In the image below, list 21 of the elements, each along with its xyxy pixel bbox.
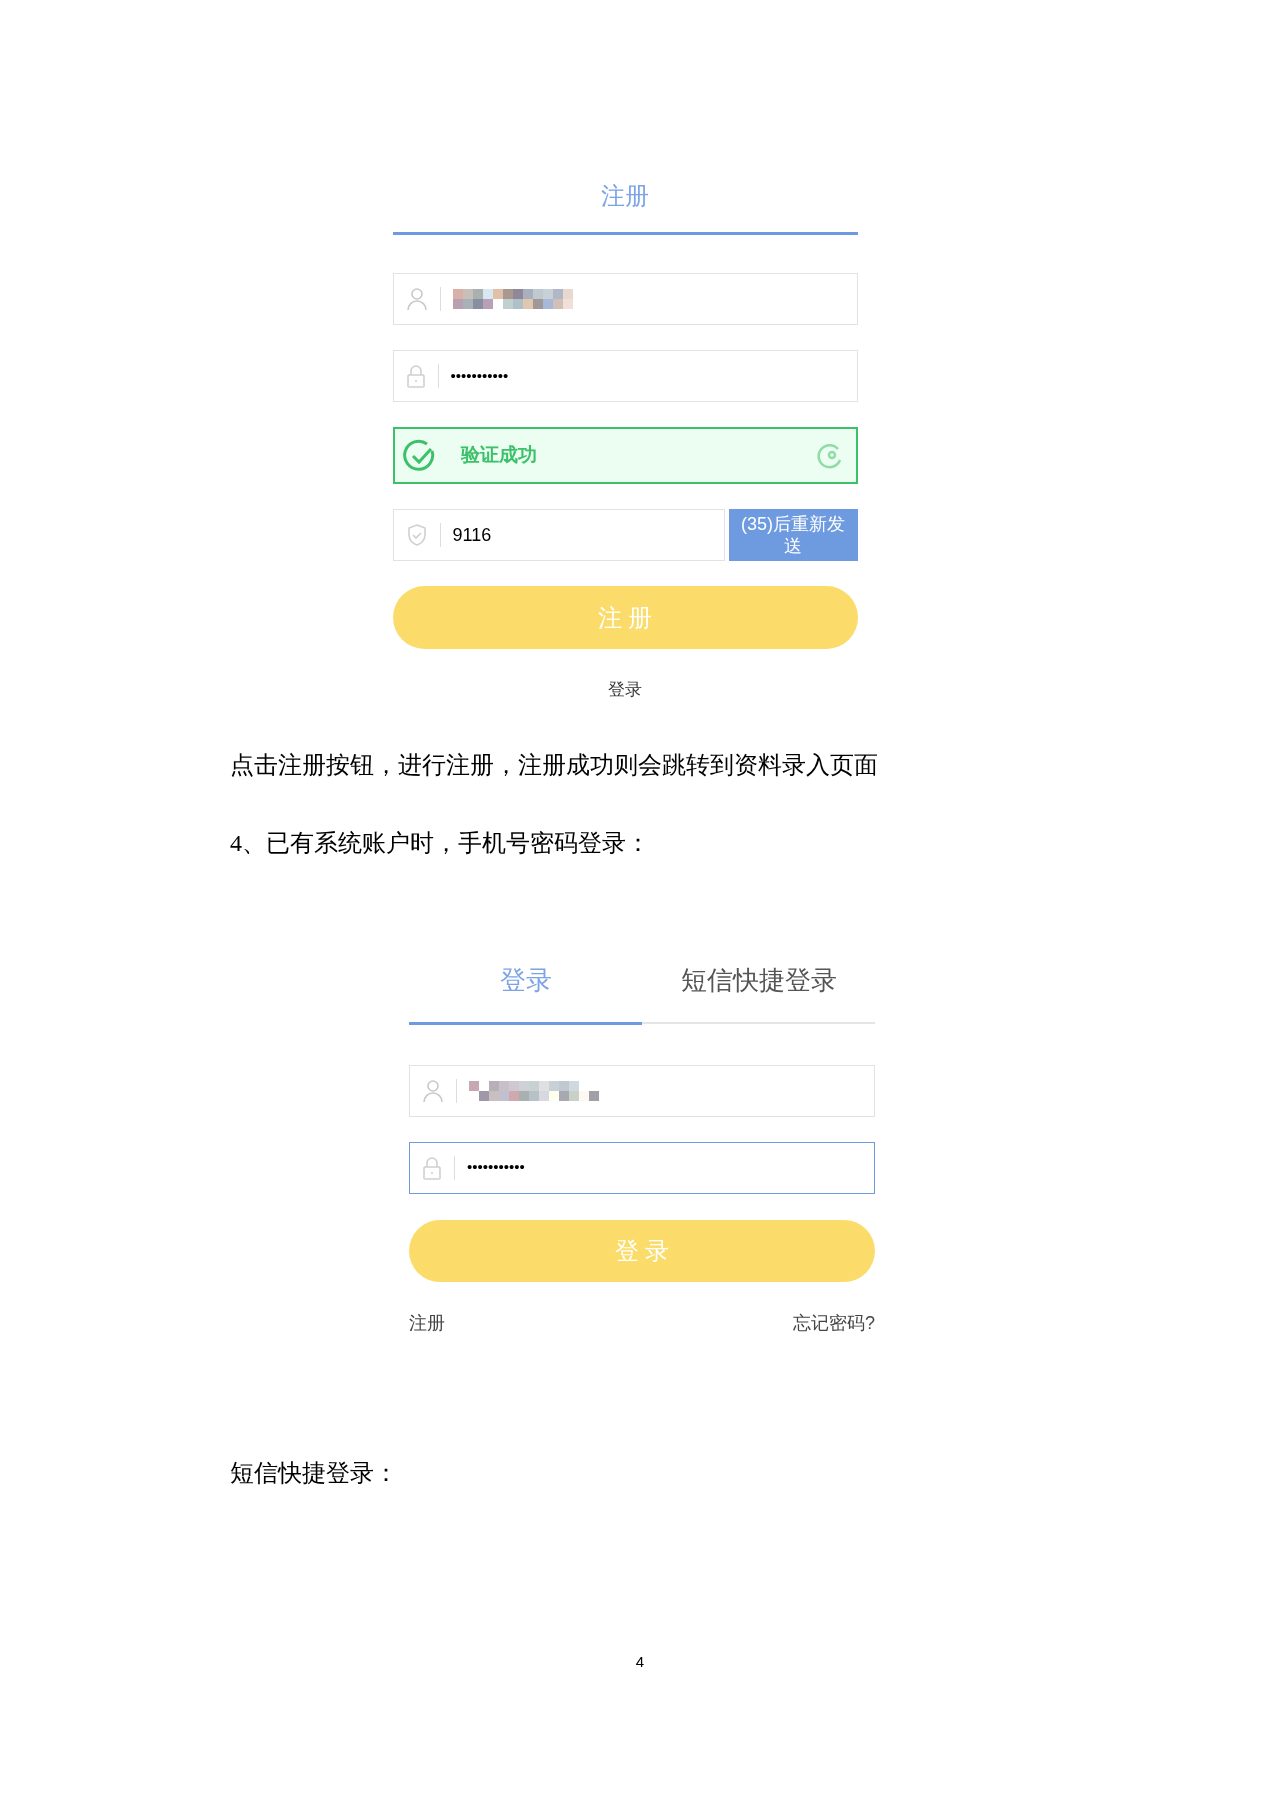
- user-icon: [422, 1078, 444, 1103]
- sms-code-field[interactable]: 9116: [392, 509, 725, 561]
- lock-icon: [422, 1155, 442, 1180]
- user-icon: [405, 287, 428, 311]
- lock-icon: [405, 364, 426, 388]
- login-link[interactable]: 登录: [608, 677, 642, 703]
- password-field[interactable]: •••••••••••: [409, 1141, 875, 1194]
- password-field[interactable]: •••••••••••: [392, 350, 858, 402]
- form-tab[interactable]: 短信快捷登录: [642, 960, 875, 1024]
- check-circle-icon: [402, 438, 437, 473]
- phone-field[interactable]: [409, 1064, 875, 1117]
- body-paragraph: 点击注册按钮，进行注册，注册成功则会跳转到资料录入页面: [230, 750, 879, 780]
- body-paragraph: 短信快捷登录：: [230, 1458, 399, 1488]
- forgot-password-link[interactable]: 忘记密码?: [793, 1309, 875, 1337]
- body-paragraph: 4、已有系统账户时，手机号密码登录：: [230, 828, 651, 858]
- shield-icon: [405, 523, 428, 547]
- captcha-status: 验证成功: [460, 443, 537, 468]
- register-link[interactable]: 注册: [409, 1309, 445, 1337]
- phone-field[interactable]: [392, 273, 858, 325]
- page-number: 4: [635, 1651, 645, 1672]
- refresh-icon[interactable]: [815, 441, 844, 470]
